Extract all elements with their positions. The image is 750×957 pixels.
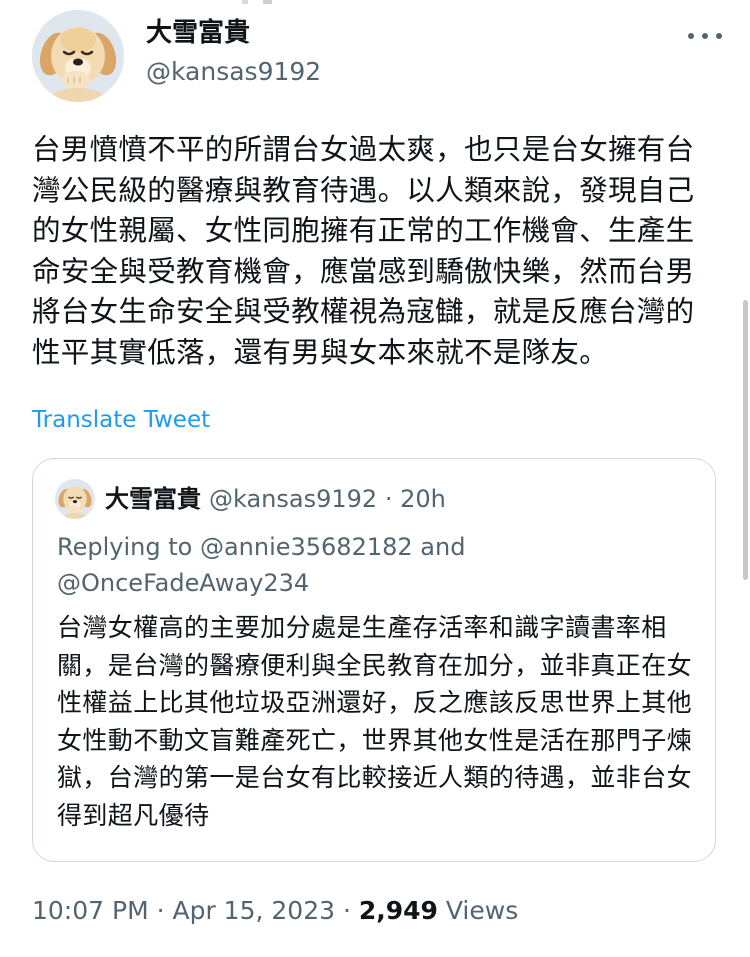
author-display-name[interactable]: 大雪富貴 — [146, 16, 250, 50]
replying-to-prefix: Replying to — [57, 533, 200, 561]
tweet-detail: 大雪富貴 @kansas9192 台男憤憤不平的所謂台女過太爽，也只是台女擁有台… — [0, 0, 750, 957]
scrollbar[interactable] — [743, 300, 748, 580]
author-handle[interactable]: @kansas9192 — [146, 56, 321, 88]
mention-oncefadeaway234[interactable]: @OnceFadeAway234 — [57, 569, 309, 597]
quoted-author-avatar[interactable] — [55, 479, 95, 519]
dot — [716, 33, 722, 39]
tweet-metadata: 10:07 PM · Apr 15, 2023 · 2,949 Views — [32, 894, 518, 928]
tweet-time[interactable]: 10:07 PM — [32, 896, 149, 925]
separator: · — [335, 896, 359, 925]
separator: · — [148, 896, 173, 925]
dot — [702, 33, 708, 39]
quoted-tweet-card[interactable]: 大雪富貴 @kansas9192 · 20h Replying to @annie… — [32, 458, 716, 862]
translate-tweet-link[interactable]: Translate Tweet — [32, 404, 210, 436]
cropped-top-edge — [236, 0, 296, 4]
quoted-tweet-header: 大雪富貴 @kansas9192 · 20h — [105, 481, 446, 517]
mention-annie35682182[interactable]: @annie35682182 — [200, 533, 413, 561]
replying-to-and: and — [412, 533, 466, 561]
dot — [688, 33, 694, 39]
quoted-author-handle-time: @kansas9192 · 20h — [209, 485, 446, 513]
views-count[interactable]: 2,949 — [359, 896, 438, 925]
quoted-tweet-text: 台灣女權高的主要加分處是生產存活率和識字讀書率相關，是台灣的醫療便利與全民教育在… — [57, 613, 693, 830]
more-horizontal-icon[interactable] — [688, 24, 722, 48]
tweet-date[interactable]: Apr 15, 2023 — [172, 896, 335, 925]
replying-to-line: Replying to @annie35682182 and @OnceFade… — [57, 529, 677, 601]
golden-retriever-puppy-icon — [32, 10, 124, 102]
views-label: Views — [437, 896, 519, 925]
quoted-author-display-name[interactable]: 大雪富貴 — [105, 485, 201, 513]
tweet-body-text: 台男憤憤不平的所謂台女過太爽，也只是台女擁有台灣公民級的醫療與教育待遇。以人類來… — [32, 133, 695, 369]
golden-retriever-puppy-icon — [55, 479, 95, 519]
author-avatar[interactable] — [32, 10, 124, 102]
